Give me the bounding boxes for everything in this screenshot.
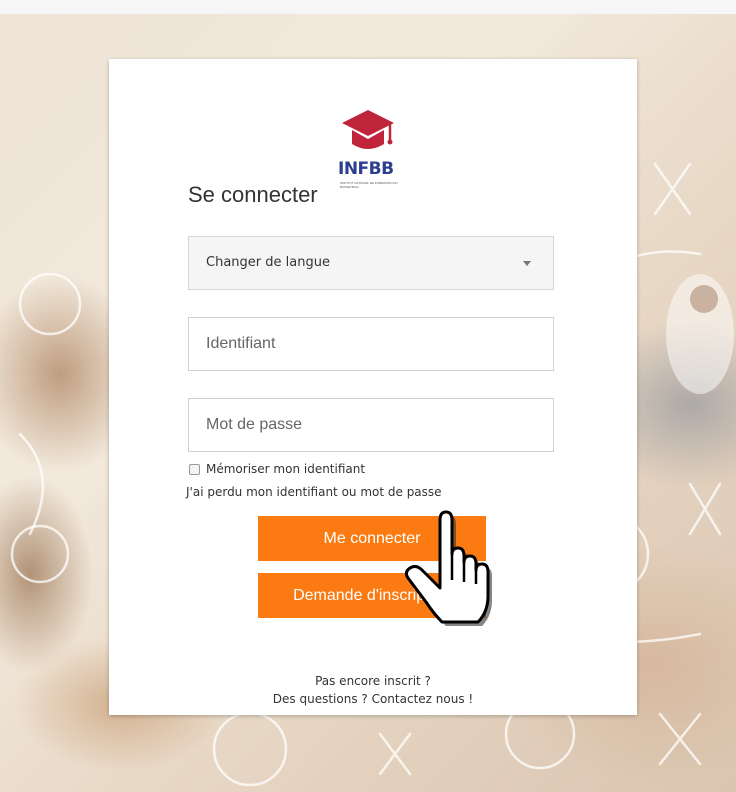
login-footer: Pas encore inscrit ? Des questions ? Con… (109, 661, 637, 715)
remember-me[interactable]: Mémoriser mon identifiant (189, 462, 365, 476)
remember-label: Mémoriser mon identifiant (206, 462, 366, 476)
language-select-value: Changer de langue (206, 255, 330, 270)
contact-link[interactable]: Des questions ? Contactez nous ! (273, 692, 473, 706)
lost-credentials-link[interactable]: J'ai perdu mon identifiant ou mot de pas… (186, 485, 442, 499)
username-input[interactable] (188, 317, 554, 371)
hand-pointer-icon (404, 510, 492, 626)
password-input[interactable] (188, 398, 554, 452)
browser-top-strip (0, 0, 736, 15)
language-select[interactable]: Changer de langue (188, 236, 554, 290)
remember-checkbox[interactable] (189, 463, 200, 475)
page-title: Se connecter (188, 182, 318, 207)
logo-wordmark: INFBB (338, 159, 394, 179)
caret-down-icon (523, 261, 531, 266)
register-link[interactable]: Pas encore inscrit ? (315, 674, 431, 688)
login-page: INFBB INSTITUT NATIONAL DE FORMATION DU … (0, 0, 736, 792)
logo-subtext: INSTITUT NATIONAL DE FORMATION DU BASKET… (340, 181, 398, 189)
